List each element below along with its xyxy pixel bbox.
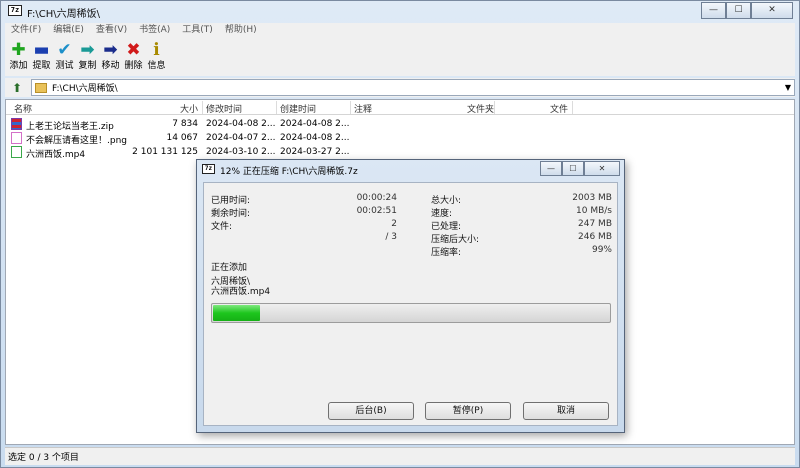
chevron-down-icon[interactable]: ▼ [785, 83, 791, 92]
dialog-maximize-button[interactable]: ☐ [562, 161, 584, 176]
table-row[interactable]: 六洲西饭.mp4 2 101 131 125 2024-03-10 2... 2024… [6, 145, 794, 160]
move-arrow-icon: ➡ [103, 40, 118, 60]
total-size-value: 2003 MB [572, 193, 612, 203]
cell-size: 7 834 [172, 119, 198, 129]
speed-label: 速度: [431, 209, 453, 219]
maximize-button[interactable]: ☐ [726, 2, 751, 19]
files-label: 文件: [211, 222, 233, 232]
cell-name: 六洲西饭.mp4 [26, 150, 86, 160]
dialog-app-icon: 7z [202, 164, 215, 174]
toolbar-button-4[interactable]: ➡ 移动 [99, 38, 122, 76]
menu-bookmarks[interactable]: 书签(A) [133, 23, 176, 38]
toolbar-button-5[interactable]: ✖ 删除 [122, 38, 145, 76]
title-bar: 7z F:\CH\六周稀饭\ — ☐ ✕ [1, 1, 799, 23]
files-value: 2 [391, 219, 397, 229]
copy-arrow-icon: ➡ [80, 40, 95, 60]
check-icon: ✔ [57, 40, 72, 60]
menu-view[interactable]: 查看(V) [90, 23, 133, 38]
window-title: F:\CH\六周稀饭\ [27, 9, 100, 20]
toolbar-label: 移动 [101, 61, 120, 71]
progress-dialog: 7z 12% 正在压缩 F:\CH\六周稀饭.7z — ☐ ✕ 已用时间: 00… [196, 159, 625, 433]
delete-x-icon: ✖ [126, 40, 141, 60]
cell-modified: 2024-04-07 2... [206, 133, 276, 143]
toolbar-button-3[interactable]: ➡ 复制 [76, 38, 99, 76]
remaining-label: 剩余时间: [211, 209, 251, 219]
toolbar-label: 删除 [124, 61, 143, 71]
processed-value: 247 MB [578, 219, 612, 229]
cancel-button[interactable]: 取消 [523, 402, 609, 420]
app-icon: 7z [8, 5, 22, 16]
toolbar: ✚ 添加 ▬ 提取 ✔ 测试 ➡ 复制 ➡ 移动 ✖ 删除 ℹ 信息 [5, 38, 795, 76]
menu-help[interactable]: 帮助(H) [219, 23, 263, 38]
toolbar-label: 复制 [78, 61, 97, 71]
dialog-title-bar: 7z 12% 正在压缩 F:\CH\六周稀饭.7z — ☐ ✕ [197, 160, 624, 180]
ratio-label: 压缩率: [431, 248, 462, 258]
progress-fill [213, 305, 261, 321]
address-bar: ⬆ F:\CH\六周稀饭\ ▼ [5, 78, 795, 97]
menu-tools[interactable]: 工具(T) [176, 23, 219, 38]
speed-value: 10 MB/s [576, 206, 612, 216]
compressed-size-value: 246 MB [578, 232, 612, 242]
minimize-button[interactable]: — [701, 2, 726, 19]
dialog-body: 已用时间: 00:00:24 剩余时间: 00:02:51 文件: 2 / 3 … [203, 182, 618, 426]
address-path: F:\CH\六周稀饭\ [52, 84, 118, 94]
close-button[interactable]: ✕ [751, 2, 793, 19]
cell-size: 14 067 [166, 133, 199, 143]
toolbar-button-1[interactable]: ▬ 提取 [30, 38, 53, 76]
menu-edit[interactable]: 编辑(E) [47, 23, 90, 38]
compressed-size-label: 压缩后大小: [431, 235, 480, 245]
table-row[interactable]: 上老王论坛当老王.zip 7 834 2024-04-08 2... 2024-04-… [6, 117, 794, 132]
address-input[interactable]: F:\CH\六周稀饭\ ▼ [31, 79, 795, 96]
table-row[interactable]: 不会解压请看这里！.png 14 067 2024-04-07 2... 2024-0… [6, 131, 794, 146]
ratio-value: 99% [591, 245, 612, 255]
current-file: 六洲西饭.mp4 [211, 287, 271, 297]
info-icon: ℹ [153, 40, 160, 60]
toolbar-label: 提取 [32, 61, 51, 71]
menu-file[interactable]: 文件(F) [5, 23, 47, 38]
cell-size: 2 101 131 125 [132, 147, 198, 157]
dialog-title: 12% 正在压缩 F:\CH\六周稀饭.7z [220, 167, 358, 177]
cell-created: 2024-04-08 2... [280, 133, 350, 143]
image-file-icon [11, 132, 22, 144]
cell-modified: 2024-03-10 2... [206, 147, 276, 157]
elapsed-value: 00:00:24 [356, 193, 397, 203]
files-total-value: / 3 [385, 232, 397, 242]
video-file-icon [11, 146, 22, 158]
processed-label: 已处理: [431, 222, 462, 232]
plus-icon: ✚ [11, 40, 26, 60]
toolbar-button-0[interactable]: ✚ 添加 [7, 38, 30, 76]
zip-file-icon [11, 118, 22, 130]
cell-modified: 2024-04-08 2... [206, 119, 276, 129]
toolbar-label: 信息 [147, 61, 166, 71]
cell-created: 2024-04-08 2... [280, 119, 350, 129]
menu-bar: 文件(F) 编辑(E) 查看(V) 书签(A) 工具(T) 帮助(H) [5, 23, 795, 38]
column-header: 名称 大小 修改时间 创建时间 注释 文件夹 文件 [6, 100, 794, 115]
toolbar-label: 添加 [9, 61, 28, 71]
dialog-minimize-button[interactable]: — [540, 161, 562, 176]
adding-label: 正在添加 [211, 263, 248, 273]
column-folders[interactable]: 文件夹 [467, 102, 494, 115]
folder-icon [35, 82, 47, 93]
elapsed-label: 已用时间: [211, 196, 251, 206]
dialog-close-button[interactable]: ✕ [584, 161, 620, 176]
toolbar-label: 测试 [55, 61, 74, 71]
toolbar-button-6[interactable]: ℹ 信息 [145, 38, 168, 76]
pause-button[interactable]: 暂停(P) [425, 402, 511, 420]
column-name[interactable]: 名称 [14, 102, 32, 115]
background-button[interactable]: 后台(B) [328, 402, 414, 420]
column-files[interactable]: 文件 [550, 102, 568, 115]
up-folder-icon[interactable]: ⬆ [9, 80, 25, 96]
column-created[interactable]: 创建时间 [280, 102, 316, 115]
remaining-value: 00:02:51 [356, 206, 397, 216]
column-modified[interactable]: 修改时间 [206, 102, 242, 115]
toolbar-button-2[interactable]: ✔ 测试 [53, 38, 76, 76]
status-text: 选定 0 / 3 个项目 [8, 453, 79, 463]
cell-created: 2024-03-27 2... [280, 147, 350, 157]
total-size-label: 总大小: [431, 196, 462, 206]
column-size[interactable]: 大小 [180, 102, 198, 115]
minus-icon: ▬ [33, 40, 50, 60]
status-bar: 选定 0 / 3 个项目 [5, 447, 795, 465]
progress-bar [211, 303, 611, 323]
column-comment[interactable]: 注释 [354, 102, 372, 115]
